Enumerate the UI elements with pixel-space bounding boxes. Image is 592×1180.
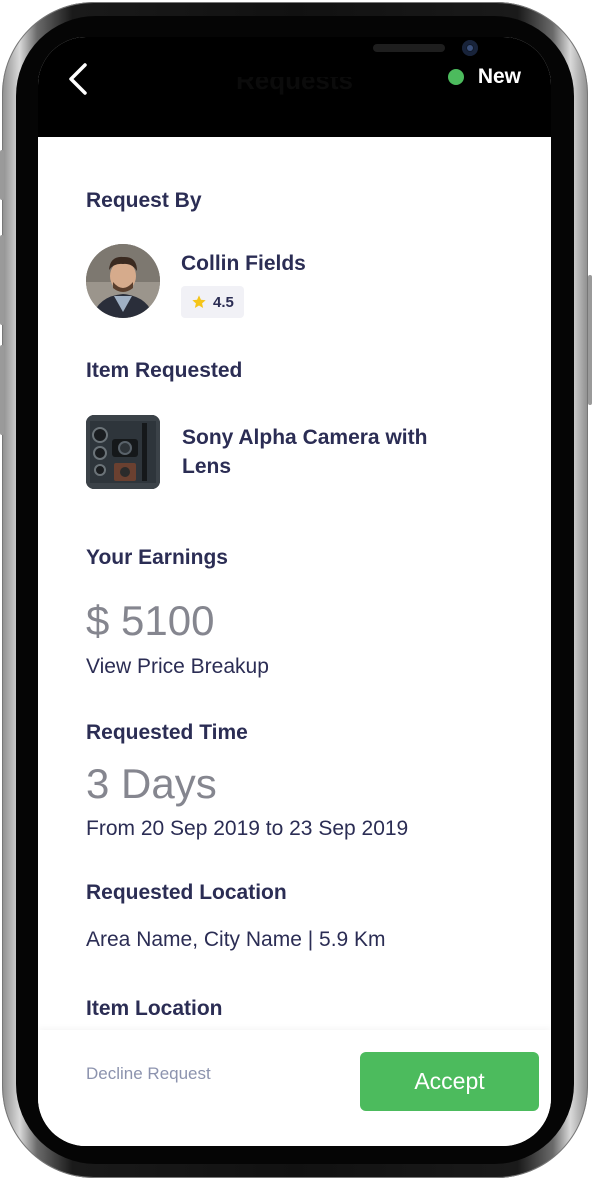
- front-camera: [462, 40, 478, 56]
- rating-badge: 4.5: [181, 286, 244, 318]
- status-dot-icon: [447, 69, 464, 85]
- star-icon: [192, 295, 206, 308]
- speaker-grille: [373, 44, 445, 52]
- chevron-left-icon: [69, 63, 87, 95]
- requested-duration: 3 Days: [86, 760, 217, 807]
- item-location-heading: Item Location: [86, 997, 223, 1020]
- view-price-breakup-link[interactable]: View Price Breakup: [86, 655, 269, 679]
- decline-request-button[interactable]: Decline Request: [86, 1064, 211, 1084]
- item-thumbnail[interactable]: [86, 415, 160, 489]
- phone-power-button: [588, 275, 592, 405]
- requested-time-heading: Requested Time: [86, 721, 248, 744]
- requester-name: Collin Fields: [181, 252, 306, 275]
- rating-value: 4.5: [213, 293, 234, 311]
- action-bar: Decline Request Accept: [38, 1030, 551, 1146]
- earnings-amount: $ 5100: [86, 597, 215, 644]
- user-photo: [86, 244, 160, 318]
- accept-button[interactable]: Accept: [360, 1052, 539, 1111]
- phone-volume-up: [0, 235, 4, 325]
- request-status: New: [447, 65, 521, 89]
- item-name: Sony Alpha Camera with Lens: [182, 426, 428, 478]
- item-requested-heading: Item Requested: [86, 359, 243, 382]
- request-by-heading: Request By: [86, 189, 202, 212]
- back-button[interactable]: [60, 59, 100, 99]
- camera-gear-photo: [86, 415, 160, 489]
- phone-volume-down: [0, 345, 4, 435]
- earnings-heading: Your Earnings: [86, 546, 228, 569]
- avatar[interactable]: [86, 244, 160, 318]
- requested-location-value: Area Name, City Name | 5.9 Km: [86, 928, 386, 951]
- phone-notch: [153, 37, 478, 77]
- app-screen: Requests New Request By Collin Fields 4.…: [38, 37, 551, 1146]
- requested-location-heading: Requested Location: [86, 881, 287, 904]
- requested-date-range: From 20 Sep 2019 to 23 Sep 2019: [86, 817, 409, 840]
- phone-mute-switch: [0, 150, 4, 200]
- status-label: New: [477, 65, 521, 88]
